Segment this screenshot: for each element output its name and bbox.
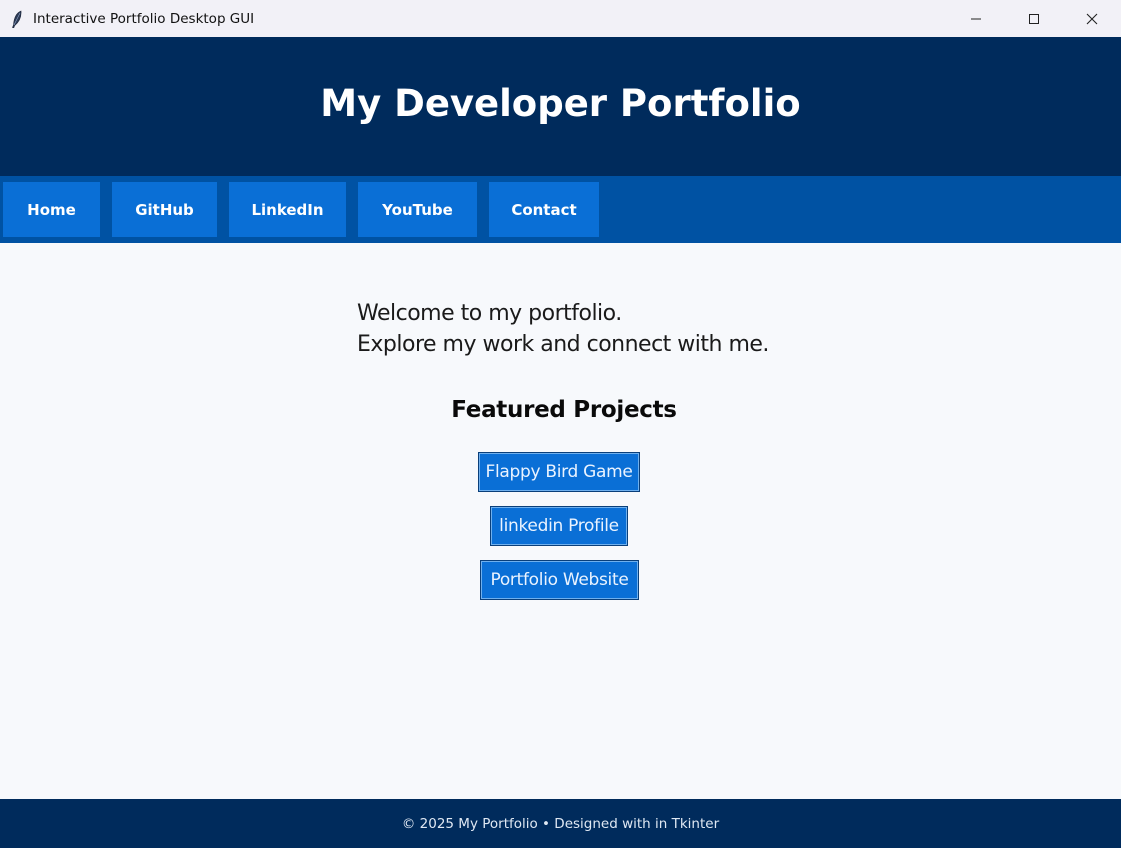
- flappy-bird-game-button[interactable]: Flappy Bird Game: [478, 452, 640, 492]
- maximize-icon: [1029, 13, 1039, 24]
- nav-github-button[interactable]: GitHub: [112, 182, 217, 237]
- nav-youtube-button[interactable]: YouTube: [358, 182, 477, 237]
- linkedin-profile-button[interactable]: linkedin Profile: [490, 506, 628, 546]
- footer: © 2025 My Portfolio • Designed with in T…: [0, 799, 1121, 848]
- nav-home-button[interactable]: Home: [3, 182, 100, 237]
- header-banner: My Developer Portfolio: [0, 37, 1121, 176]
- feather-icon: [10, 9, 24, 29]
- nav-contact-button[interactable]: Contact: [489, 182, 599, 237]
- window-title: Interactive Portfolio Desktop GUI: [33, 10, 255, 27]
- close-button[interactable]: [1063, 0, 1121, 37]
- nav-bar: Home GitHub LinkedIn YouTube Contact: [0, 176, 1121, 243]
- intro-line-2: Explore my work and connect with me.: [357, 332, 769, 357]
- footer-text: © 2025 My Portfolio • Designed with in T…: [401, 815, 720, 832]
- featured-projects-heading: Featured Projects: [451, 397, 677, 423]
- minimize-button[interactable]: [947, 0, 1005, 37]
- portfolio-website-button[interactable]: Portfolio Website: [480, 560, 639, 600]
- maximize-button[interactable]: [1005, 0, 1063, 37]
- intro-line-1: Welcome to my portfolio.: [357, 301, 622, 326]
- window-controls: [947, 0, 1121, 37]
- app-window: Interactive Portfolio Desktop GUI My Dev…: [0, 0, 1121, 848]
- intro-text: Welcome to my portfolio. Explore my work…: [357, 298, 769, 360]
- page-title: My Developer Portfolio: [320, 82, 801, 125]
- minimize-icon: [971, 18, 981, 19]
- close-icon: [1086, 13, 1098, 24]
- nav-linkedin-button[interactable]: LinkedIn: [229, 182, 346, 237]
- title-bar: Interactive Portfolio Desktop GUI: [0, 0, 1121, 37]
